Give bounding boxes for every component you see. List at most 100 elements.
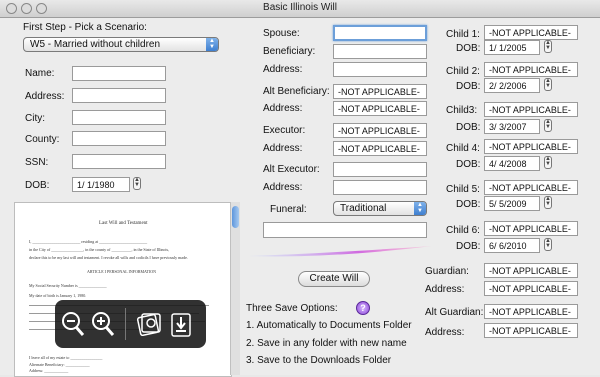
toolbar-divider [125,308,126,340]
city-label: City: [25,113,45,124]
view-button[interactable] [135,308,163,340]
executor-label: Executor: [263,125,306,136]
funeral-label: Funeral: [270,204,307,215]
child-6-dob-label: DOB: [456,241,481,252]
beneficiary-field[interactable] [333,44,427,59]
funeral-select[interactable]: Traditional ▲ ▼ [333,201,427,216]
preview-scrollbar[interactable] [230,202,240,375]
child-6-dob-stepper[interactable]: ▲ ▼ [544,238,552,251]
save-option-1: 1. Automatically to Documents Folder [246,320,412,331]
child-1-label: Child 1: [446,29,480,40]
county-field[interactable] [72,131,166,146]
child-5-dob-stepper[interactable]: ▲ ▼ [544,196,552,209]
title-bar: Basic Illinois Will [0,0,600,18]
select-arrows-icon: ▲ ▼ [414,202,426,215]
zoom-in-icon [92,312,115,336]
child-5-dob-field[interactable]: 5/ 5/2009 [484,196,540,211]
window-title: Basic Illinois Will [263,2,337,13]
beneficiary-address-field[interactable] [333,62,427,77]
preview-line: I, ________________________ residing at … [29,239,148,244]
alt-executor-label: Alt Executor: [263,164,320,175]
child-3-label: Child3: [446,105,478,116]
app-window: Basic Illinois Will First Step - Pick a … [0,0,600,377]
child-4-label: Child 4: [446,143,480,154]
child-3-dob-stepper[interactable]: ▲ ▼ [544,119,552,132]
dob-field[interactable]: 1/ 1/1980 [72,177,130,192]
alt-beneficiary-label: Alt Beneficiary: [263,86,330,97]
alt-guardian-field[interactable]: -NOT APPLICABLE- [484,304,578,319]
executor-address-field[interactable]: -NOT APPLICABLE- [333,141,427,156]
child-2-dob-label: DOB: [456,81,481,92]
spouse-field[interactable] [333,25,427,41]
executor-address-label: Address: [263,143,303,154]
address-label: Address: [25,91,65,102]
decorative-swoosh [248,246,432,257]
beneficiary-label: Beneficiary: [263,46,316,57]
guardian-field[interactable]: -NOT APPLICABLE- [484,263,578,278]
funeral-notes-field[interactable] [263,222,427,238]
zoom-in-button[interactable] [89,308,117,340]
preview-title: Last Will and Testament [99,221,148,226]
alt-beneficiary-address-label: Address: [263,103,303,114]
ssn-field[interactable] [72,154,166,169]
dob-stepper[interactable]: ▲ ▼ [133,177,141,190]
child-1-field[interactable]: -NOT APPLICABLE- [484,25,578,40]
zoom-out-icon [62,312,85,336]
scenario-heading: First Step - Pick a Scenario: [23,22,147,33]
zoom-out-button[interactable] [59,308,87,340]
child-6-dob-field[interactable]: 6/ 6/2010 [484,238,540,253]
alt-beneficiary-field[interactable]: -NOT APPLICABLE- [333,84,427,99]
scenario-select[interactable]: W5 - Married without children ▲ ▼ [23,37,219,52]
address-field[interactable] [72,88,166,103]
alt-guardian-address-label: Address: [425,327,465,338]
child-2-field[interactable]: -NOT APPLICABLE- [484,62,578,77]
select-arrows-icon: ▲ ▼ [206,38,218,51]
view-icon [136,313,161,337]
alt-guardian-label: Alt Guardian: [425,307,484,318]
county-label: County: [25,134,60,145]
child-4-field[interactable]: -NOT APPLICABLE- [484,139,578,154]
dob-label: DOB: [25,180,50,191]
child-2-dob-stepper[interactable]: ▲ ▼ [544,78,552,91]
alt-executor-address-label: Address: [263,182,303,193]
create-will-button[interactable]: Create Will [298,271,370,287]
child-2-dob-field[interactable]: 2/ 2/2006 [484,78,540,93]
child-3-dob-field[interactable]: 3/ 3/2007 [484,119,540,134]
alt-guardian-address-field[interactable]: -NOT APPLICABLE- [484,323,578,338]
child-1-dob-label: DOB: [456,43,481,54]
scenario-selected: W5 - Married without children [30,39,161,50]
child-5-field[interactable]: -NOT APPLICABLE- [484,180,578,195]
child-1-dob-stepper[interactable]: ▲ ▼ [544,40,552,53]
preview-toolbar [55,300,206,348]
city-field[interactable] [72,110,166,125]
child-1-dob-field[interactable]: 1/ 1/2005 [484,40,540,55]
preview-line: I leave all of my estate to ____________… [29,355,103,360]
will-preview: Last Will and Testament I, _____________… [14,202,232,377]
beneficiary-address-label: Address: [263,64,303,75]
save-option-2: 2. Save in any folder with new name [246,338,407,349]
help-button[interactable]: ? [356,301,370,315]
child-6-field[interactable]: -NOT APPLICABLE- [484,221,578,236]
alt-beneficiary-address-field[interactable]: -NOT APPLICABLE- [333,101,427,116]
preview-line: My date of birth is January 1, 1980. [29,293,87,298]
name-label: Name: [25,68,55,79]
child-3-field[interactable]: -NOT APPLICABLE- [484,102,578,117]
child-4-dob-stepper[interactable]: ▲ ▼ [544,156,552,169]
child-2-label: Child 2: [446,66,480,77]
executor-field[interactable]: -NOT APPLICABLE- [333,123,427,138]
child-4-dob-field[interactable]: 4/ 4/2008 [484,156,540,171]
preview-line: Alternate Beneficiary: ____________ [29,362,90,367]
save-button[interactable] [167,308,195,340]
guardian-address-field[interactable]: -NOT APPLICABLE- [484,281,578,296]
child-6-label: Child 6: [446,225,480,236]
ssn-label: SSN: [25,157,49,168]
name-field[interactable] [72,66,166,81]
alt-executor-field[interactable] [333,162,427,177]
preview-article: ARTICLE I PERSONAL INFORMATION [87,269,157,274]
scrollbar-thumb[interactable] [232,206,239,228]
alt-executor-address-field[interactable] [333,180,427,195]
preview-line: declare this to be my last will and test… [29,255,188,260]
save-icon [171,313,191,337]
guardian-label: Guardian: [425,266,469,277]
child-3-dob-label: DOB: [456,122,481,133]
